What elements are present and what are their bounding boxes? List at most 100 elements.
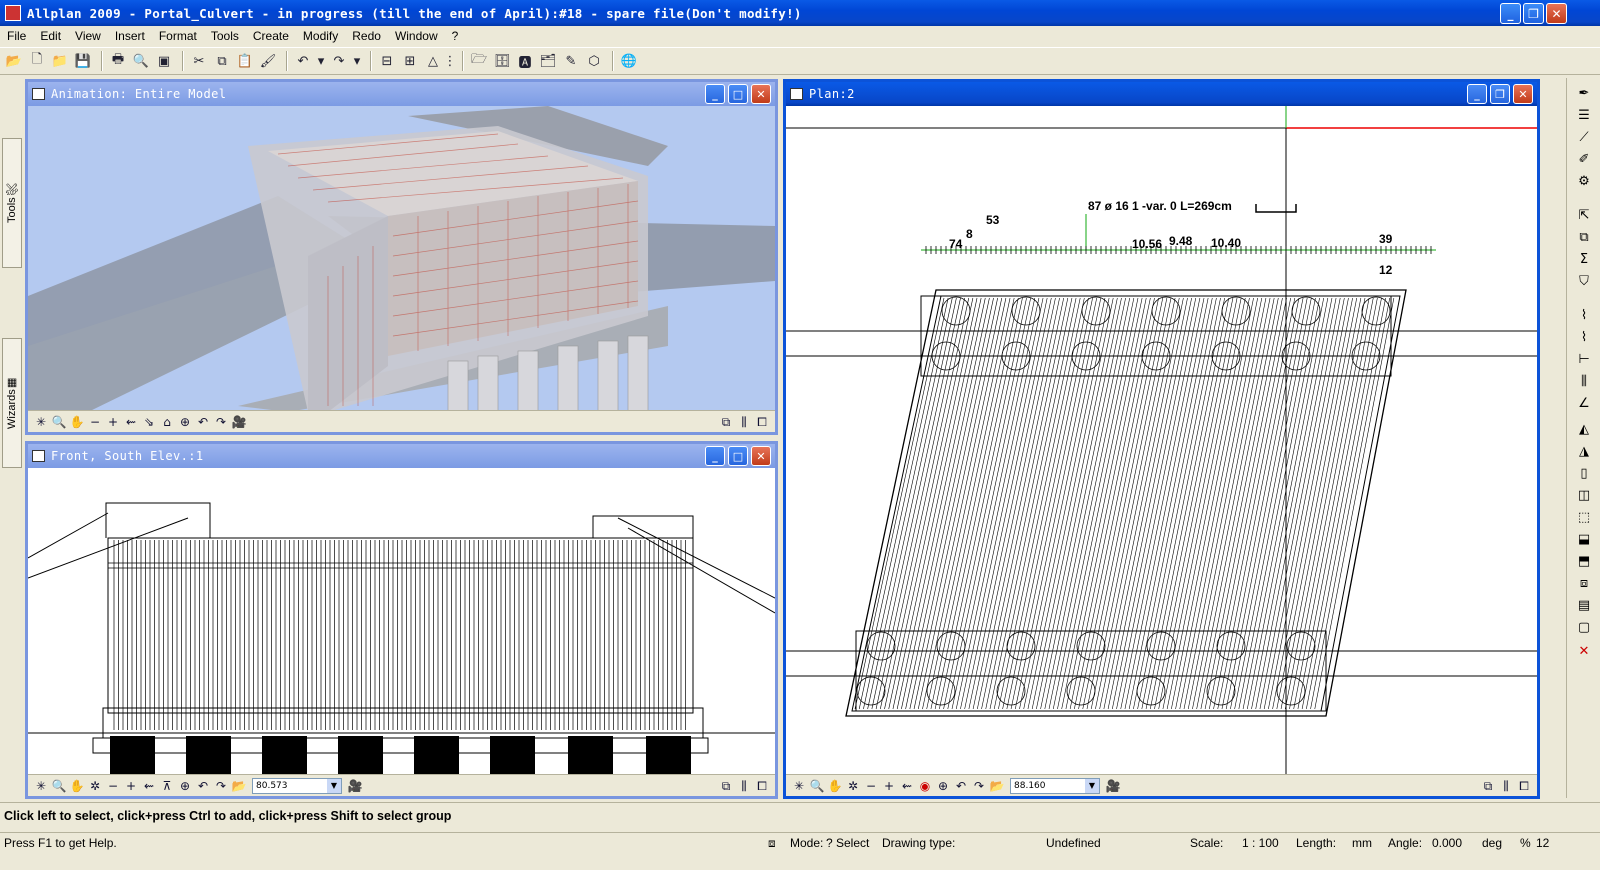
plan-close-button[interactable]: ✕ <box>1513 84 1533 104</box>
draw-icon[interactable]: ✐ <box>1574 150 1594 168</box>
window-layout-icon[interactable]: ⧉ <box>717 777 735 795</box>
next-view-icon[interactable]: ⇘ <box>140 413 158 431</box>
delete-icon[interactable]: ✕ <box>1574 642 1594 660</box>
tools-tab[interactable]: Tools 🛠 <box>2 138 22 268</box>
menu-tools[interactable]: Tools <box>204 29 246 43</box>
layout-icon[interactable]: ▣ <box>154 51 174 71</box>
menu-help[interactable]: ? <box>445 29 466 43</box>
camera-icon[interactable]: 🎥 <box>346 777 364 795</box>
snap-icon[interactable]: ✳ <box>790 777 808 795</box>
stretch-icon[interactable]: ⬚ <box>1574 508 1594 526</box>
plan-viewport[interactable]: 87 ø 16 1 -var. 0 L=269cm 53 8 74 10.56 … <box>786 106 1537 778</box>
zoom-globe-icon[interactable]: 🌐 <box>619 51 639 71</box>
rebar-angle-icon[interactable]: ∠ <box>1574 394 1594 412</box>
more-icon[interactable]: ⋮ <box>444 51 457 71</box>
zoom-icon[interactable]: 🔍 <box>808 777 826 795</box>
front-maximize-button[interactable]: □ <box>728 446 748 466</box>
record-icon[interactable]: ◉ <box>916 777 934 795</box>
zoom-out-icon[interactable]: − <box>862 777 880 795</box>
navigation-icon[interactable]: ⌂ <box>158 413 176 431</box>
camera-icon[interactable]: 🎥 <box>230 413 248 431</box>
front-elevation-window[interactable]: Front, South Elev.:1 _ □ ✕ ✳ 🔍 ✋ ✲ − + ⇜… <box>25 441 778 799</box>
menu-file[interactable]: File <box>0 29 33 43</box>
rebar-bend-icon[interactable]: ⌇ <box>1574 328 1594 346</box>
align-icon[interactable]: ▤ <box>1574 596 1594 614</box>
filter-icon[interactable]: ⛉ <box>1574 272 1594 290</box>
plan-window-titlebar[interactable]: Plan:2 _ ❐ ✕ <box>786 82 1537 106</box>
redo-icon[interactable]: ↷ <box>329 51 349 71</box>
plan-window[interactable]: Plan:2 _ ❐ ✕ 87 ø 16 1 -var. 0 L=269cm 5… <box>783 79 1540 799</box>
close-button[interactable]: ✕ <box>1546 3 1567 24</box>
mirror-copy-icon[interactable]: ◮ <box>1574 442 1594 460</box>
front-close-button[interactable]: ✕ <box>751 446 771 466</box>
pipette-icon[interactable]: ✒ <box>1574 84 1594 102</box>
dimension-icon[interactable]: ⊟ <box>377 51 397 71</box>
object-icon[interactable]: ⚙ <box>1574 172 1594 190</box>
redo-dropdown-icon[interactable]: ▾ <box>352 51 362 71</box>
zoom-icon[interactable]: 🔍 <box>50 413 68 431</box>
paste-icon[interactable]: 📋 <box>235 51 255 71</box>
minimize-button[interactable]: _ <box>1500 3 1521 24</box>
front-minimize-button[interactable]: _ <box>705 446 725 466</box>
pan-icon[interactable]: ✋ <box>826 777 844 795</box>
text-icon[interactable]: 🅰 <box>515 51 535 71</box>
previous-view-icon[interactable]: ⇜ <box>122 413 140 431</box>
wizards-tab[interactable]: Wizards ▦ <box>2 338 22 468</box>
layer-icon[interactable]: 🗂 <box>538 51 558 71</box>
rebar-set-icon[interactable]: ⫼ <box>1574 372 1594 390</box>
redo-view-icon[interactable]: ↷ <box>212 777 230 795</box>
redo-view-icon[interactable]: ↷ <box>212 413 230 431</box>
undo-icon[interactable]: ↶ <box>293 51 313 71</box>
rebar-icon[interactable]: ⌇ <box>1574 306 1594 324</box>
menu-insert[interactable]: Insert <box>108 29 152 43</box>
new-icon[interactable]: 🗋 <box>27 51 47 71</box>
measure-icon[interactable]: ⟋ <box>1574 128 1594 146</box>
previous-view-icon[interactable]: ⇜ <box>898 777 916 795</box>
animation-minimize-button[interactable]: _ <box>705 84 725 104</box>
front-zoom-select[interactable]: 80.573 ▼ <box>252 777 342 794</box>
pan-icon[interactable]: ✋ <box>68 777 86 795</box>
open-view-icon[interactable]: 📂 <box>988 777 1006 795</box>
app-title-bar[interactable]: Allplan 2009 - Portal_Culvert - in progr… <box>0 0 1600 26</box>
copy-object-icon[interactable]: ⧉ <box>1574 228 1594 246</box>
fileset-icon[interactable]: 🗄 <box>492 51 512 71</box>
sphere-icon[interactable]: ⊕ <box>176 413 194 431</box>
sphere-icon[interactable]: ⊕ <box>934 777 952 795</box>
undo-view-icon[interactable]: ↶ <box>194 413 212 431</box>
redo-view-icon[interactable]: ↷ <box>970 777 988 795</box>
pan-icon[interactable]: ✋ <box>68 413 86 431</box>
rebar-hook-icon[interactable]: ⊢ <box>1574 350 1594 368</box>
mode-icon[interactable]: ⧈ <box>768 836 776 851</box>
plan-minimize-button[interactable]: _ <box>1467 84 1487 104</box>
cut-icon[interactable]: ✂ <box>189 51 209 71</box>
settings-view-icon[interactable]: ⧠ <box>753 413 771 431</box>
zoom-in-icon[interactable]: + <box>104 413 122 431</box>
lines-icon[interactable]: ☰ <box>1574 106 1594 124</box>
zoom-in-icon[interactable]: + <box>122 777 140 795</box>
zoom-out-icon[interactable]: − <box>86 413 104 431</box>
app-icon[interactable] <box>5 5 21 21</box>
snap-icon[interactable]: ✳ <box>32 413 50 431</box>
regen-icon[interactable]: ✲ <box>844 777 862 795</box>
split-view-icon[interactable]: ⫼ <box>735 777 753 795</box>
restore-button[interactable]: ❐ <box>1523 3 1544 24</box>
save-icon[interactable]: 💾 <box>73 51 93 71</box>
menu-view[interactable]: View <box>68 29 108 43</box>
sphere-icon[interactable]: ⊕ <box>176 777 194 795</box>
settings-view-icon[interactable]: ⧠ <box>1515 777 1533 795</box>
zoom-out-icon[interactable]: − <box>104 777 122 795</box>
mode-value[interactable]: ? Select <box>826 836 869 850</box>
animation-maximize-button[interactable]: □ <box>728 84 748 104</box>
section-icon[interactable]: ⊼ <box>158 777 176 795</box>
transform-icon[interactable]: ⬓ <box>1574 530 1594 548</box>
front-window-titlebar[interactable]: Front, South Elev.:1 _ □ ✕ <box>28 444 775 468</box>
rectangle-icon[interactable]: ▯ <box>1574 464 1594 482</box>
split-view-icon[interactable]: ⫼ <box>735 413 753 431</box>
previous-view-icon[interactable]: ⇜ <box>140 777 158 795</box>
window-layout-icon[interactable]: ⧉ <box>717 413 735 431</box>
open-view-icon[interactable]: 📂 <box>230 777 248 795</box>
undo-view-icon[interactable]: ↶ <box>952 777 970 795</box>
zoom-icon[interactable]: 🔍 <box>50 777 68 795</box>
explorer-icon[interactable]: 🗁 <box>469 51 489 71</box>
undo-dropdown-icon[interactable]: ▾ <box>316 51 326 71</box>
